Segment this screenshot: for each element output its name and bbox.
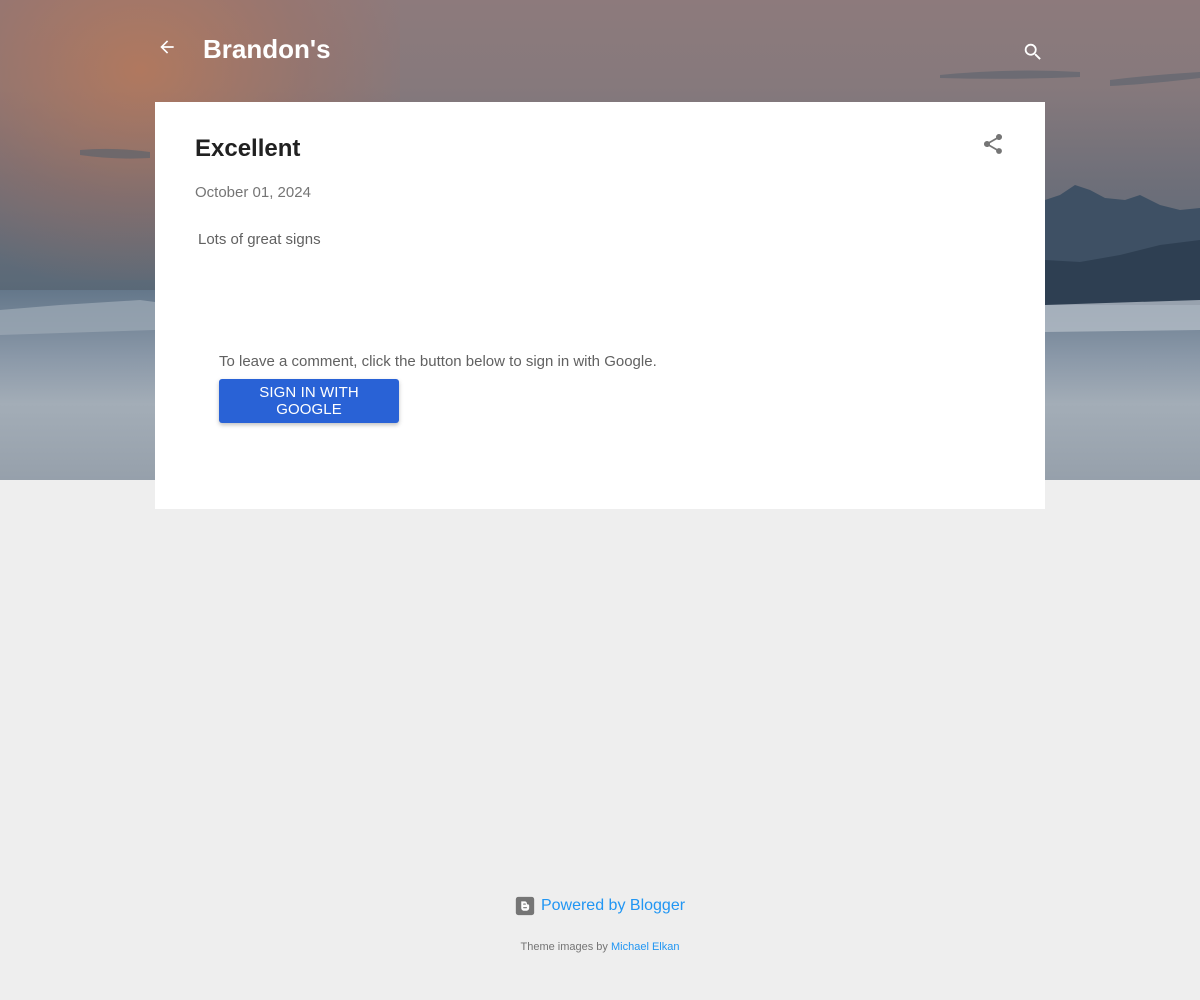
post-card: Excellent October 01, 2024 Lots of great… (155, 102, 1045, 509)
comment-prompt: To leave a comment, click the button bel… (219, 353, 657, 370)
post-date[interactable]: October 01, 2024 (195, 182, 311, 204)
powered-by-blogger: Powered by Blogger (0, 896, 1200, 916)
post-title: Excellent (195, 135, 301, 162)
post-body: Lots of great signs (198, 231, 321, 248)
powered-by-blogger-link[interactable]: Powered by Blogger (515, 896, 685, 916)
back-button[interactable] (150, 30, 184, 64)
share-button[interactable] (977, 128, 1009, 160)
search-button[interactable] (1016, 35, 1050, 69)
arrow-left-icon (160, 40, 174, 54)
share-icon (983, 133, 1003, 154)
powered-by-blogger-label: Powered by Blogger (540, 897, 686, 914)
sign-in-with-google-button[interactable]: SIGN IN WITH GOOGLE (219, 379, 399, 423)
search-icon (1024, 43, 1041, 60)
blog-title[interactable]: Brandon's (203, 30, 331, 68)
blogger-icon (515, 896, 535, 916)
credit-author-link[interactable]: Michael Elkan (611, 941, 679, 953)
theme-image-credit: Theme images by Michael Elkan (0, 939, 1200, 955)
credit-prefix: Theme images by (520, 941, 608, 953)
